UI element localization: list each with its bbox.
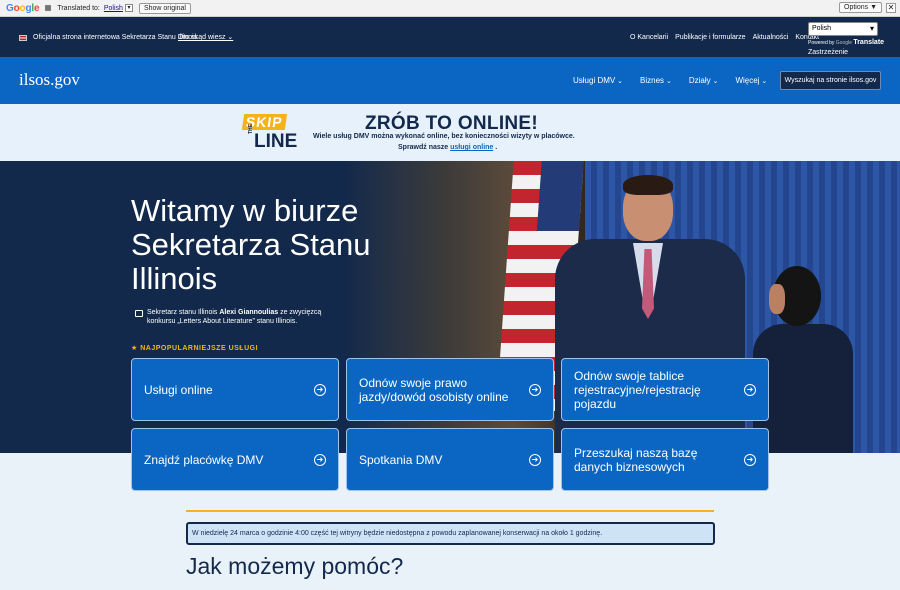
google-label: Google	[835, 40, 852, 46]
translated-language-link[interactable]: Polish	[104, 5, 123, 12]
language-select-value: Polish	[812, 25, 832, 32]
powered-by-label: Powered by	[808, 40, 835, 46]
student-face	[769, 284, 785, 314]
close-icon[interactable]: ✕	[886, 3, 896, 13]
how-you-know-link[interactable]: Oto skąd wiesz ⌄	[178, 33, 233, 41]
arrow-right-icon: ➜	[744, 383, 756, 396]
nav-item-business[interactable]: Biznes	[640, 76, 672, 85]
translate-label: Translate	[853, 39, 885, 46]
nav-item-dmv-services[interactable]: Usługi DMV	[573, 76, 623, 85]
arrow-right-icon: ➜	[529, 383, 541, 396]
site-search-button[interactable]: Wyszukaj na stronie ilsos.gov	[780, 71, 881, 90]
image-icon	[135, 310, 143, 317]
arrow-right-icon: ➜	[314, 383, 326, 396]
service-label: Odnów swoje prawo jazdy/dowód osobisty o…	[359, 375, 509, 404]
illinois-flag-icon	[19, 35, 27, 41]
service-find-facility[interactable]: Znajdź placówkę DMV ➜	[131, 428, 339, 491]
official-banner: Oficjalna strona internetowa Sekretarza …	[0, 17, 900, 57]
banner-cta-suffix: .	[495, 144, 498, 151]
figure-hair	[623, 175, 673, 195]
service-appointments[interactable]: Spotkania DMV ➜	[346, 428, 554, 491]
service-business-search[interactable]: Przeszukaj naszą bazę danych biznesowych…	[561, 428, 769, 491]
banner-subtitle: Wiele usług DMV można wykonać online, be…	[313, 133, 575, 140]
service-renew-plates[interactable]: Odnów swoje tablice rejestracyjne/rejest…	[561, 358, 769, 421]
caption-prefix: Sekretarz stanu Illinois	[147, 309, 220, 316]
service-label: Odnów swoje tablice rejestracyjne/rejest…	[574, 368, 701, 411]
utility-link-publications[interactable]: Publikacje i formularze	[675, 34, 745, 41]
service-label: Usługi online	[144, 382, 213, 397]
language-select[interactable]: Polish	[808, 22, 878, 36]
skip-the-line-logo: SKIP THE LINE	[241, 112, 303, 154]
show-original-button[interactable]: Show original	[138, 2, 191, 14]
main-navigation: ilsos.gov Usługi DMV Biznes Działy Więce…	[0, 57, 900, 104]
service-renew-license[interactable]: Odnów swoje prawo jazdy/dowód osobisty o…	[346, 358, 554, 421]
google-translate-bar: Google Translated to: Polish ▾ Show orig…	[0, 0, 900, 17]
skip-the-line-banner: SKIP THE LINE ZRÓB TO ONLINE! Wiele usłu…	[0, 104, 900, 161]
utility-link-news[interactable]: Aktualności	[753, 34, 789, 41]
google-logo: Google	[6, 2, 40, 14]
service-online-services[interactable]: Usługi online ➜	[131, 358, 339, 421]
disclaimer-link[interactable]: Zastrzeżenie	[808, 49, 848, 56]
maintenance-notice: W niedzielę 24 marca o godzinie 4:00 czę…	[186, 522, 715, 545]
utility-link-about[interactable]: O Kancelarii	[630, 34, 668, 41]
photo-caption: Sekretarz stanu Illinois Alexi Giannouli…	[147, 308, 337, 326]
site-logo[interactable]: ilsos.gov	[19, 70, 80, 90]
banner-cta-text: Sprawdź nasze usługi online .	[398, 144, 497, 151]
logo-line-text: LINE	[254, 131, 298, 152]
lock-icon	[45, 5, 52, 11]
banner-title: ZRÓB TO ONLINE!	[365, 113, 539, 134]
arrow-right-icon: ➜	[529, 453, 541, 466]
popular-services-heading: ★ NAJPOPULARNIEJSZE USŁUGI	[131, 345, 259, 352]
language-dropdown-icon[interactable]: ▾	[124, 4, 133, 12]
translated-to-label: Translated to:	[57, 4, 100, 12]
service-label: Spotkania DMV	[359, 452, 443, 467]
banner-cta-prefix: Sprawdź nasze	[398, 144, 449, 151]
arrow-right-icon: ➜	[744, 453, 756, 466]
help-heading: Jak możemy pomóc?	[186, 553, 404, 579]
nav-item-more[interactable]: Więcej	[735, 76, 767, 85]
options-button[interactable]: Options ▼	[839, 2, 882, 13]
section-divider	[186, 510, 714, 512]
hero-title: Witamy w biurze Sekretarza Stanu Illinoi…	[131, 193, 371, 296]
online-services-link[interactable]: usługi online	[450, 144, 493, 151]
service-label: Znajdź placówkę DMV	[144, 452, 264, 467]
powered-by-google-translate: Powered by Google Translate	[808, 39, 884, 46]
nav-menu: Usługi DMV Biznes Działy Więcej	[573, 76, 767, 85]
official-site-text: Oficjalna strona internetowa Sekretarza …	[33, 34, 198, 41]
arrow-right-icon: ➜	[314, 453, 326, 466]
nav-item-departments[interactable]: Działy	[689, 76, 719, 85]
utility-nav: O Kancelarii Publikacje i formularze Akt…	[630, 34, 819, 41]
service-label: Przeszukaj naszą bazę danych biznesowych	[574, 445, 698, 474]
caption-name: Alexi Giannoulias	[219, 309, 279, 316]
